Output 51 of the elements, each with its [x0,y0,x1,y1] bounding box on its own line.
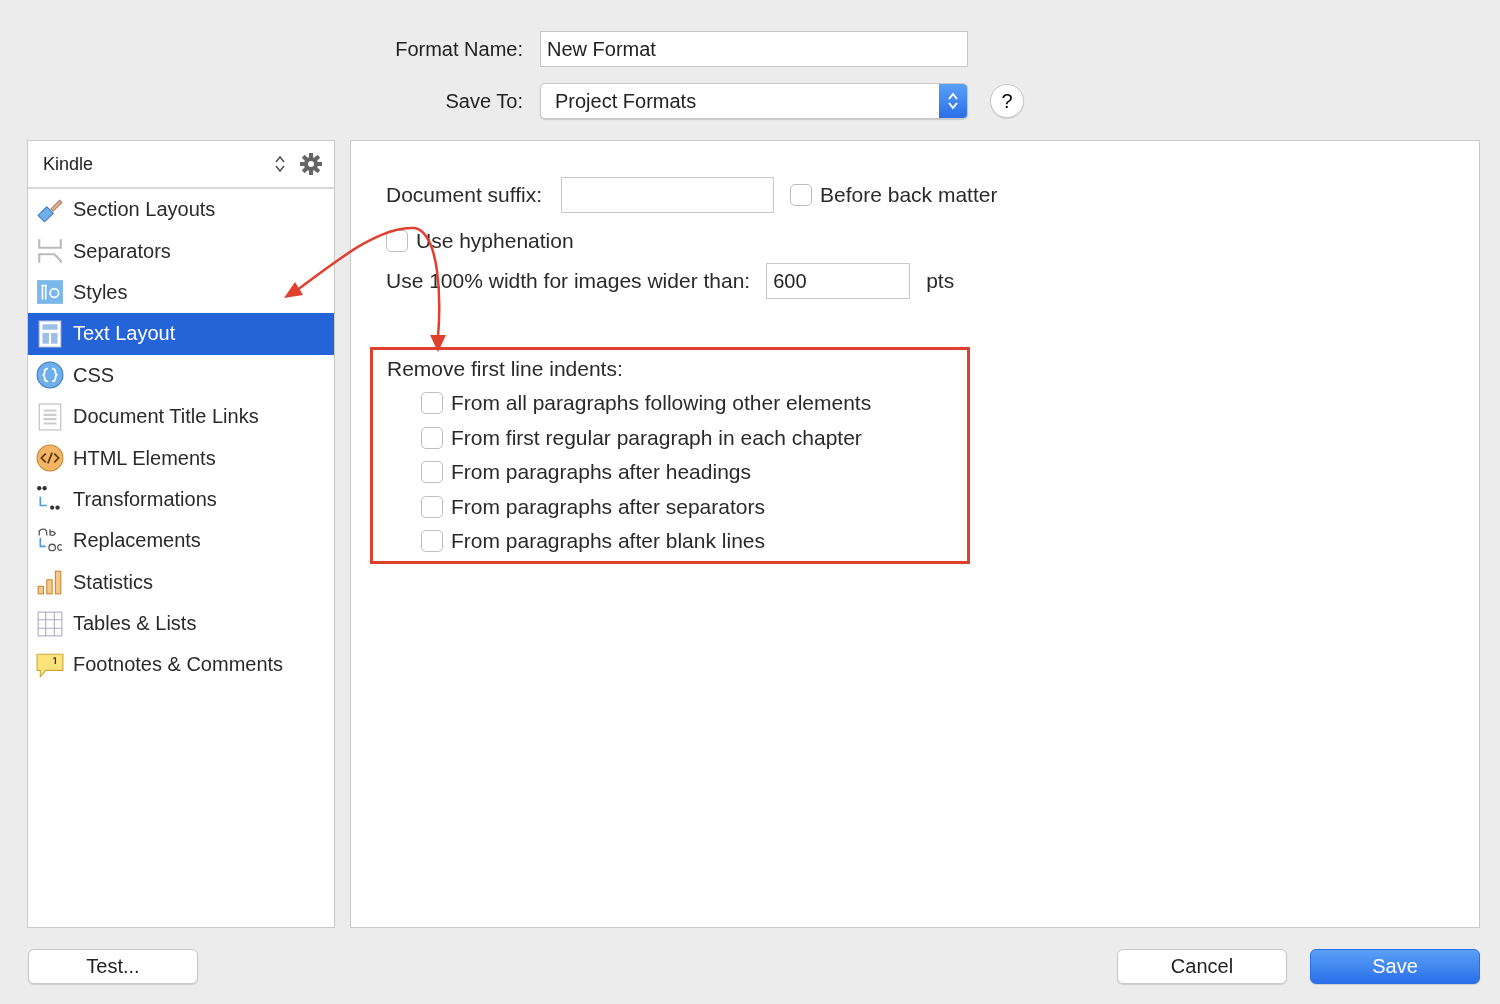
format-name-field[interactable]: New Format [540,31,968,67]
bar-chart-icon [36,568,64,597]
checkbox[interactable] [421,461,443,483]
sidebar-item[interactable]: Styles [28,271,334,314]
checkbox-label: From all paragraphs following other elements [451,391,872,415]
save-to-dropdown[interactable]: Project Formats [540,83,968,119]
unit-label: pts [926,269,955,293]
stepper-icon [947,91,959,111]
sidebar-item[interactable]: Transformations [28,478,334,521]
sidebar-item[interactable]: CSS [28,354,334,396]
document-suffix-field[interactable] [561,177,774,213]
separator-icon [36,237,64,266]
styles-icon [36,278,64,307]
checkbox[interactable] [421,495,443,518]
grid-icon [36,609,64,638]
save-button[interactable]: Save [1310,949,1480,984]
sidebar-item[interactable]: Text Layout [28,313,334,355]
settings-icon[interactable] [300,153,322,175]
image-width-field[interactable]: 600 [766,263,911,299]
cancel-button[interactable]: Cancel [1117,949,1287,984]
sidebar-item[interactable]: Footnotes & Comments [28,644,334,686]
checkbox[interactable] [790,184,812,206]
sidebar-item[interactable]: Section Layouts [28,189,334,231]
code-icon [36,444,64,473]
document-suffix-label: Document suffix: [386,183,542,207]
layout-icon [36,319,64,348]
sidebar-item[interactable]: Statistics [28,561,334,603]
checkbox[interactable] [421,530,443,552]
save-to-label: Save To: [444,89,523,113]
checkbox[interactable] [421,426,443,449]
document-icon [36,402,64,431]
sidebar-item[interactable]: Tables & Lists [28,602,334,645]
test-button[interactable]: Test... [28,949,198,984]
group-title: Remove first line indents: [387,357,623,380]
stepper-icon[interactable] [274,155,286,173]
sidebar-item[interactable]: Separators [28,230,334,272]
checkbox-label: From paragraphs after blank lines [451,529,765,553]
format-name-label: Format Name: [394,37,523,61]
checkbox-label: From paragraphs after headings [451,460,751,484]
checkbox-label: Before back matter [820,183,998,207]
help-button[interactable]: ? [990,84,1024,118]
sidebar-item[interactable]: Document Title Links [28,395,334,438]
sidebar-item[interactable]: Replacements [28,520,334,562]
checkbox-label: From first regular paragraph in each chapter [451,425,862,450]
checkbox[interactable] [421,392,443,414]
format-selector[interactable]: Kindle [43,153,274,175]
checkbox[interactable] [386,230,408,252]
checkbox-label: From paragraphs after separators [451,494,765,519]
speech-bubble-icon [36,651,64,679]
braces-icon [36,361,64,390]
sidebar-item[interactable]: HTML Elements [28,437,334,479]
